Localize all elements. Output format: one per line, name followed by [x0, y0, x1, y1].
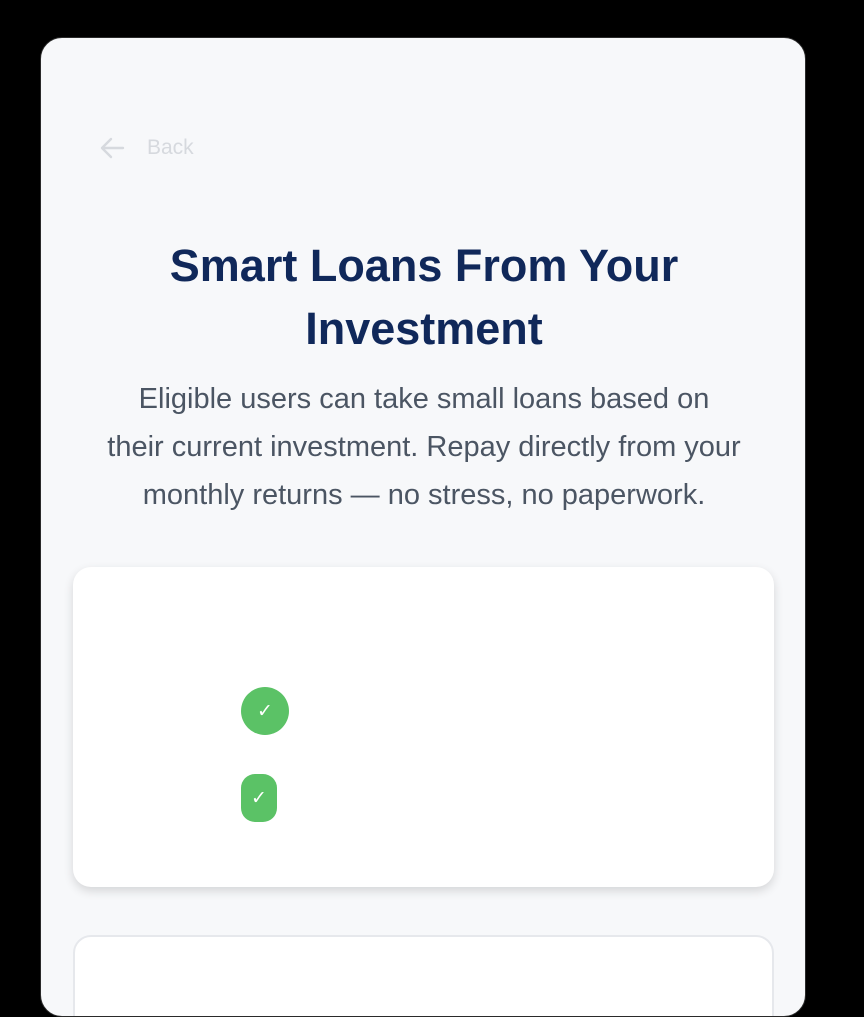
back-label: Back [147, 136, 194, 159]
description-line: monthly returns — no stress, no paperwor… [142, 479, 706, 511]
back-button[interactable]: Back [99, 136, 194, 160]
page-description: Eligible users can take small loans base… [65, 375, 783, 519]
secondary-card [73, 935, 774, 1016]
arrow-left-icon [99, 137, 125, 159]
check-icon: ✓ [241, 687, 289, 735]
features-card: ✓ ✓ [73, 567, 774, 887]
page-title: Smart Loans From Your Investment [41, 234, 805, 360]
description-line: their current investment. Repay directly… [107, 431, 741, 463]
check-icon: ✓ [241, 774, 277, 822]
description-line: Eligible users can take small loans base… [138, 383, 710, 415]
page-title-line: Smart Loans From Your [169, 240, 679, 291]
app-screen: Back Smart Loans From Your Investment El… [40, 37, 806, 1017]
page-title-line: Investment [305, 303, 543, 354]
